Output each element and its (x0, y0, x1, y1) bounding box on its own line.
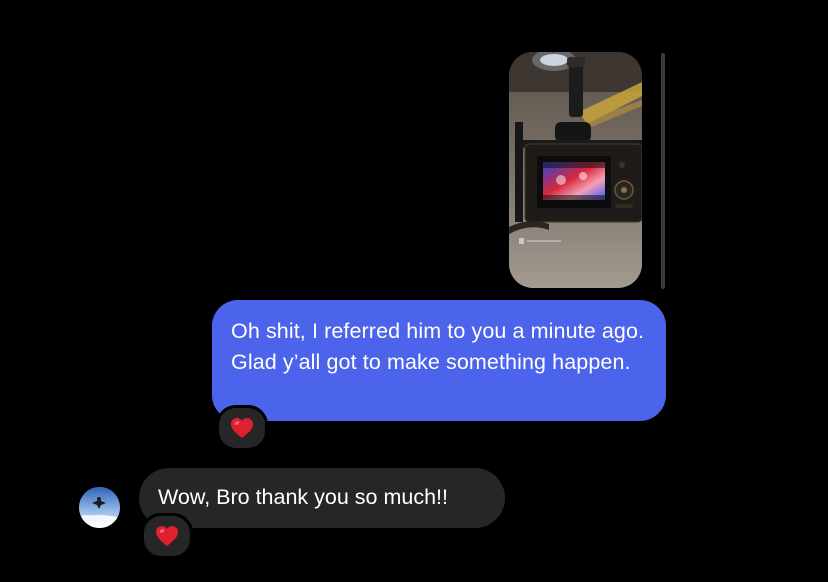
heart-reaction[interactable] (141, 513, 193, 559)
avatar-image (79, 487, 120, 528)
outgoing-message-bubble[interactable]: Oh shit, I referred him to you a minute … (212, 300, 666, 421)
incoming-message-bubble[interactable]: Wow, Bro thank you so much!! (139, 468, 505, 528)
heart-reaction[interactable] (216, 405, 268, 451)
photo-message[interactable] (509, 52, 642, 288)
chat-thread: Oh shit, I referred him to you a minute … (0, 0, 828, 582)
heart-icon (231, 418, 253, 438)
heart-icon (156, 526, 178, 546)
camera-photo-image (509, 52, 642, 288)
sender-avatar[interactable] (79, 487, 120, 528)
media-scroll-indicator (661, 53, 665, 289)
